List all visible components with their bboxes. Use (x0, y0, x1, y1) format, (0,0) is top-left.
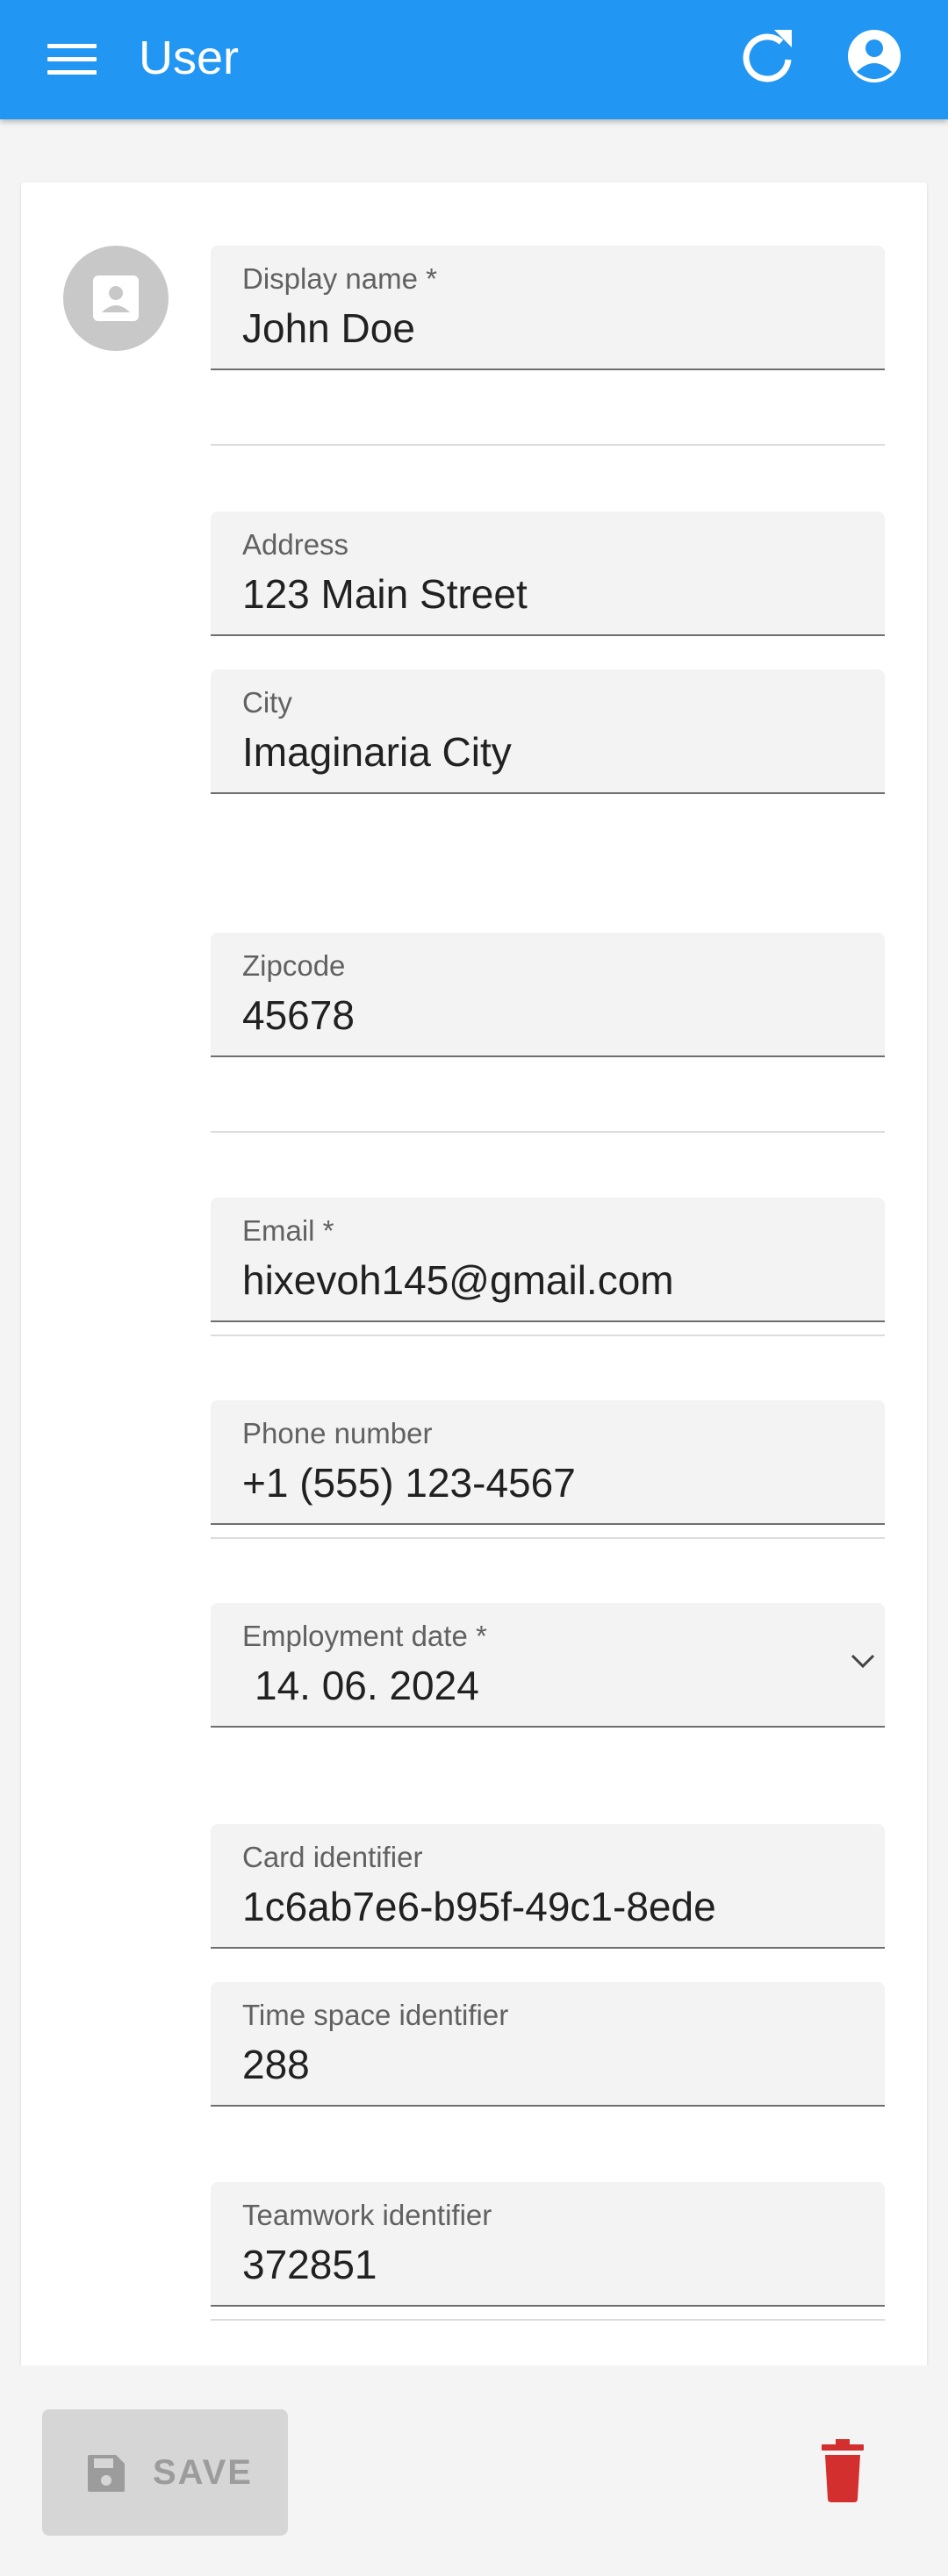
save-button[interactable]: SAVE (42, 2409, 288, 2536)
refresh-button[interactable] (737, 21, 801, 95)
employment-date-value[interactable]: 14. 06. 2024 (255, 1661, 479, 1710)
card-identifier-value[interactable]: 1c6ab7e6-b95f-49c1-8ede (242, 1882, 716, 1931)
time-space-identifier-value[interactable]: 288 (242, 2040, 310, 2089)
city-label: City (242, 686, 292, 719)
display-name-label: Display name * (242, 262, 437, 295)
divider (211, 1537, 885, 1539)
teamwork-identifier-label: Teamwork identifier (242, 2199, 492, 2231)
zipcode-value[interactable]: 45678 (242, 991, 355, 1040)
phone-field[interactable]: Phone number +1 (555) 123-4567 (211, 1400, 885, 1525)
employment-date-label: Employment date * (242, 1620, 487, 1652)
trash-icon (822, 2439, 864, 2502)
phone-value[interactable]: +1 (555) 123-4567 (242, 1458, 576, 1507)
phone-label: Phone number (242, 1417, 433, 1449)
user-form-card: Display name * John Doe Address 123 Main… (21, 182, 927, 2376)
divider (211, 2319, 885, 2321)
address-value[interactable]: 123 Main Street (242, 569, 528, 619)
save-button-label: SAVE (153, 2453, 253, 2492)
card-identifier-label: Card identifier (242, 1841, 423, 1873)
refresh-icon (743, 30, 792, 82)
avatar[interactable] (63, 246, 169, 351)
menu-button[interactable] (35, 28, 112, 91)
email-value[interactable]: hixevoh145@gmail.com (242, 1256, 674, 1305)
email-label: Email * (242, 1214, 334, 1247)
app-bar: User (0, 0, 948, 119)
contact-portrait-icon (93, 275, 139, 321)
address-label: Address (242, 528, 349, 561)
display-name-field[interactable]: Display name * John Doe (211, 246, 885, 370)
employment-date-field[interactable]: Employment date * 14. 06. 2024 (211, 1603, 885, 1728)
teamwork-identifier-value[interactable]: 372851 (242, 2240, 377, 2289)
teamwork-identifier-field[interactable]: Teamwork identifier 372851 (211, 2182, 885, 2307)
city-field[interactable]: City Imaginaria City (211, 669, 885, 794)
zipcode-field[interactable]: Zipcode 45678 (211, 933, 885, 1057)
account-circle-icon (848, 30, 901, 82)
account-button[interactable] (841, 21, 908, 95)
display-name-value[interactable]: John Doe (242, 304, 415, 353)
divider (211, 1335, 885, 1336)
time-space-identifier-label: Time space identifier (242, 1999, 509, 2031)
city-value[interactable]: Imaginaria City (242, 727, 512, 776)
address-field[interactable]: Address 123 Main Street (211, 512, 885, 636)
chevron-down-icon[interactable] (850, 1652, 876, 1670)
floppy-disk-icon (88, 2455, 125, 2492)
action-bar: SAVE (0, 2365, 948, 2576)
zipcode-label: Zipcode (242, 949, 346, 982)
menu-icon (47, 44, 97, 75)
time-space-identifier-field[interactable]: Time space identifier 288 (211, 1982, 885, 2107)
delete-button[interactable] (804, 2432, 881, 2516)
divider (211, 1131, 885, 1133)
page-title: User (139, 32, 240, 84)
card-identifier-field[interactable]: Card identifier 1c6ab7e6-b95f-49c1-8ede (211, 1824, 885, 1949)
email-field[interactable]: Email * hixevoh145@gmail.com (211, 1198, 885, 1322)
divider (211, 444, 885, 446)
